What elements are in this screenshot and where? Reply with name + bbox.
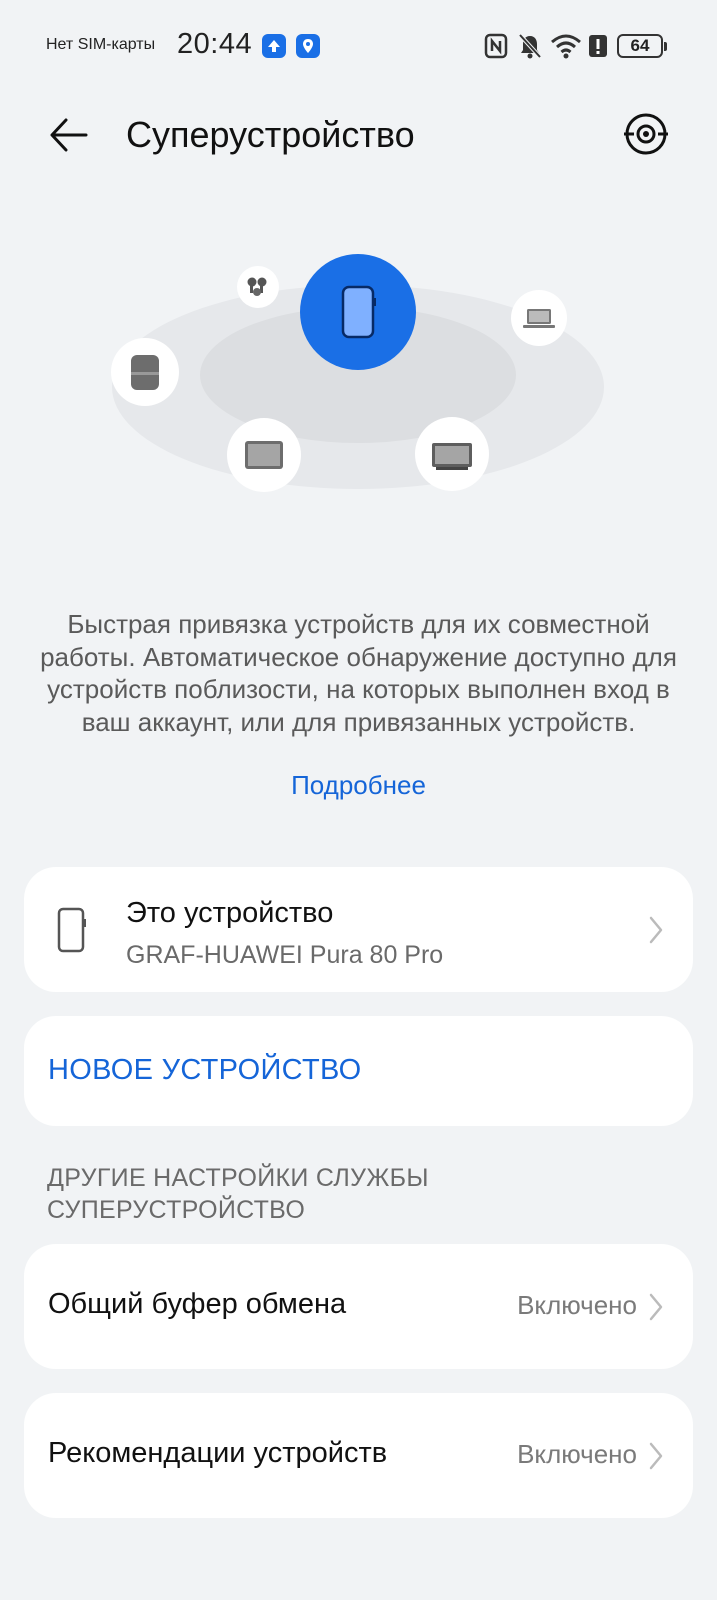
carrier-label: Нет SIM-карты xyxy=(46,36,156,53)
wifi-icon xyxy=(550,32,582,60)
app-header: Суперустройство xyxy=(0,92,717,176)
alert-icon xyxy=(588,32,608,60)
clock: 20:44 xyxy=(177,28,253,60)
chevron-right-icon xyxy=(646,914,666,946)
phone-outline-icon xyxy=(56,907,88,953)
radar-scan-icon[interactable] xyxy=(622,110,670,158)
speaker-icon[interactable] xyxy=(111,338,179,406)
laptop-icon[interactable] xyxy=(511,290,567,346)
back-arrow-icon[interactable] xyxy=(46,110,96,160)
section-header: ДРУГИЕ НАСТРОЙКИ СЛУЖБЫ СУПЕРУСТРОЙСТВО xyxy=(47,1164,429,1224)
status-bar: Нет SIM-карты 20:44 64 xyxy=(0,0,717,92)
bell-muted-icon xyxy=(517,32,543,60)
monitor-icon[interactable] xyxy=(415,417,489,491)
learn-more-link[interactable]: Подробнее xyxy=(0,770,717,801)
battery-icon: 64 xyxy=(617,34,667,58)
nfc-icon xyxy=(484,32,508,60)
feature-description: Быстрая привязка устройств для их совмес… xyxy=(40,609,677,737)
device-recommendations-row[interactable]: Рекомендации устройств Включено xyxy=(24,1393,693,1518)
chevron-right-icon xyxy=(646,1291,666,1323)
tablet-icon[interactable] xyxy=(227,418,301,492)
new-device-button[interactable]: НОВОЕ УСТРОЙСТВО xyxy=(24,1016,693,1126)
shared-clipboard-status: Включено xyxy=(517,1290,637,1320)
new-device-label: НОВОЕ УСТРОЙСТВО xyxy=(48,1054,362,1086)
phone-icon[interactable] xyxy=(300,254,416,370)
earbuds-icon[interactable] xyxy=(237,266,279,308)
this-device-card[interactable]: Это устройство GRAF-HUAWEI Pura 80 Pro xyxy=(24,867,693,992)
this-device-title: Это устройство xyxy=(126,897,334,929)
shared-clipboard-row[interactable]: Общий буфер обмена Включено xyxy=(24,1244,693,1369)
location-app-icon xyxy=(296,34,320,58)
app-update-icon xyxy=(262,34,286,58)
page-title: Суперустройство xyxy=(126,114,415,155)
device-model: GRAF-HUAWEI Pura 80 Pro xyxy=(126,941,444,969)
device-recommendations-status: Включено xyxy=(517,1439,637,1469)
device-recommendations-label: Рекомендации устройств xyxy=(48,1437,388,1469)
devices-illustration xyxy=(0,240,717,510)
shared-clipboard-label: Общий буфер обмена xyxy=(48,1288,347,1320)
chevron-right-icon xyxy=(646,1440,666,1472)
